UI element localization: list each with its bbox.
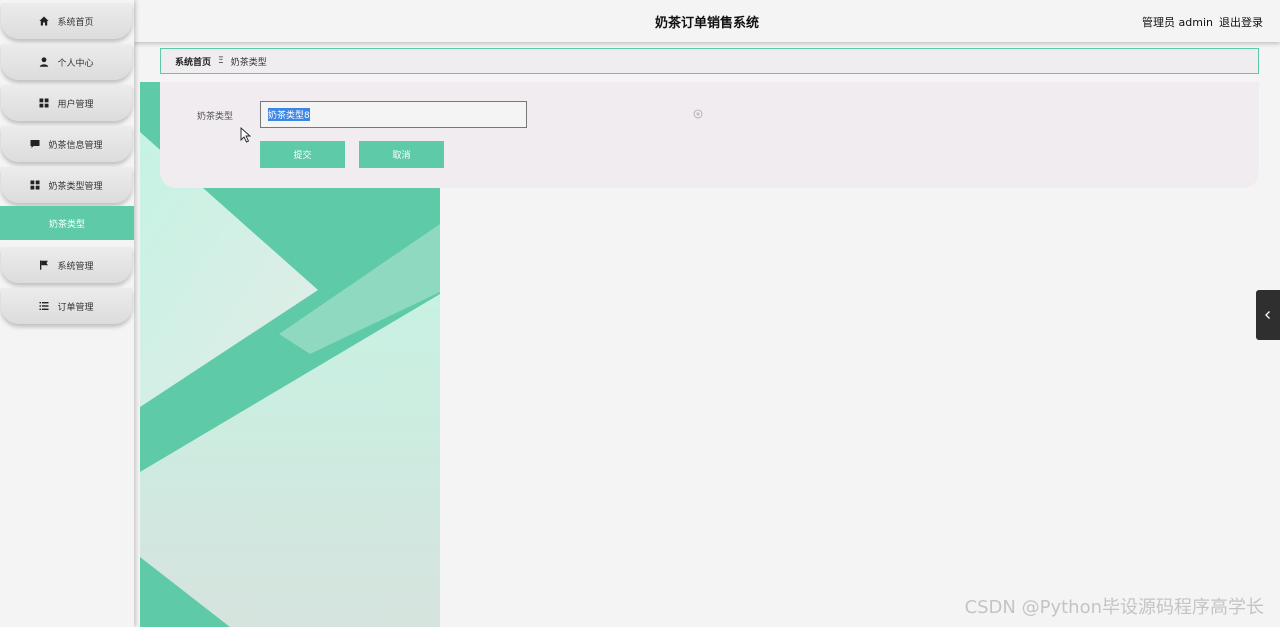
sidebar-item-label: 订单管理 [57,302,94,313]
sidebar-item-home[interactable]: 系统首页 [1,3,132,39]
milktea-type-input[interactable] [260,101,527,128]
sidebar-item-label: 系统管理 [57,261,94,272]
breadcrumb: 系统首页 Ξ 奶茶类型 [160,48,1259,74]
submit-button[interactable]: 提交 [260,141,345,168]
top-header: 奶茶订单销售系统 管理员 admin 退出登录 [134,0,1280,42]
grid-icon [30,180,40,190]
sidebar-item-users[interactable]: 用户管理 [1,85,132,121]
sidebar-item-orders[interactable]: 订单管理 [1,288,132,324]
sidebar-item-label: 用户管理 [57,99,94,110]
add-circle-icon[interactable] [693,109,703,119]
flag-icon [39,260,49,270]
sidebar-item-milktea-type-mgmt[interactable]: 奶茶类型管理 [1,167,132,203]
chat-icon [30,139,40,149]
chevron-left-icon [1265,311,1270,319]
sidebar-item-milktea-type[interactable]: 奶茶类型 [0,206,134,240]
breadcrumb-separator: Ξ [218,56,224,66]
home-icon [39,16,50,26]
watermark: CSDN @Python毕设源码程序高学长 [964,597,1264,618]
side-panel-toggle[interactable] [1256,290,1280,340]
sidebar-item-label: 奶茶信息管理 [48,140,103,151]
sidebar-item-profile[interactable]: 个人中心 [1,44,132,80]
milktea-type-label: 奶茶类型 [197,112,234,122]
grid-icon [39,98,49,108]
person-icon [39,57,49,67]
logout-link[interactable]: 退出登录 [1219,16,1263,29]
breadcrumb-current: 奶茶类型 [230,57,267,68]
sidebar-item-label: 系统首页 [57,17,94,28]
cancel-button[interactable]: 取消 [359,141,444,168]
sidebar-item-label: 奶茶类型管理 [48,181,103,192]
app-title: 奶茶订单销售系统 [654,16,759,31]
user-area: 管理员 admin 退出登录 [1142,14,1263,30]
user-role-label: 管理员 admin [1142,16,1213,29]
breadcrumb-home[interactable]: 系统首页 [175,55,211,68]
sidebar-item-system[interactable]: 系统管理 [1,247,132,283]
sidebar-item-milktea-info[interactable]: 奶茶信息管理 [1,126,132,162]
sidebar-item-label: 奶茶类型 [48,219,85,230]
sidebar-item-label: 个人中心 [57,58,94,69]
mouse-cursor-icon [240,127,252,143]
sidebar: 系统首页 个人中心 用户管理 奶茶信息管理 奶茶类型管理 奶茶类型 系统管理 订… [0,0,134,627]
list-icon [39,301,49,311]
form-card: 奶茶类型 提交 取消 [160,82,1259,188]
